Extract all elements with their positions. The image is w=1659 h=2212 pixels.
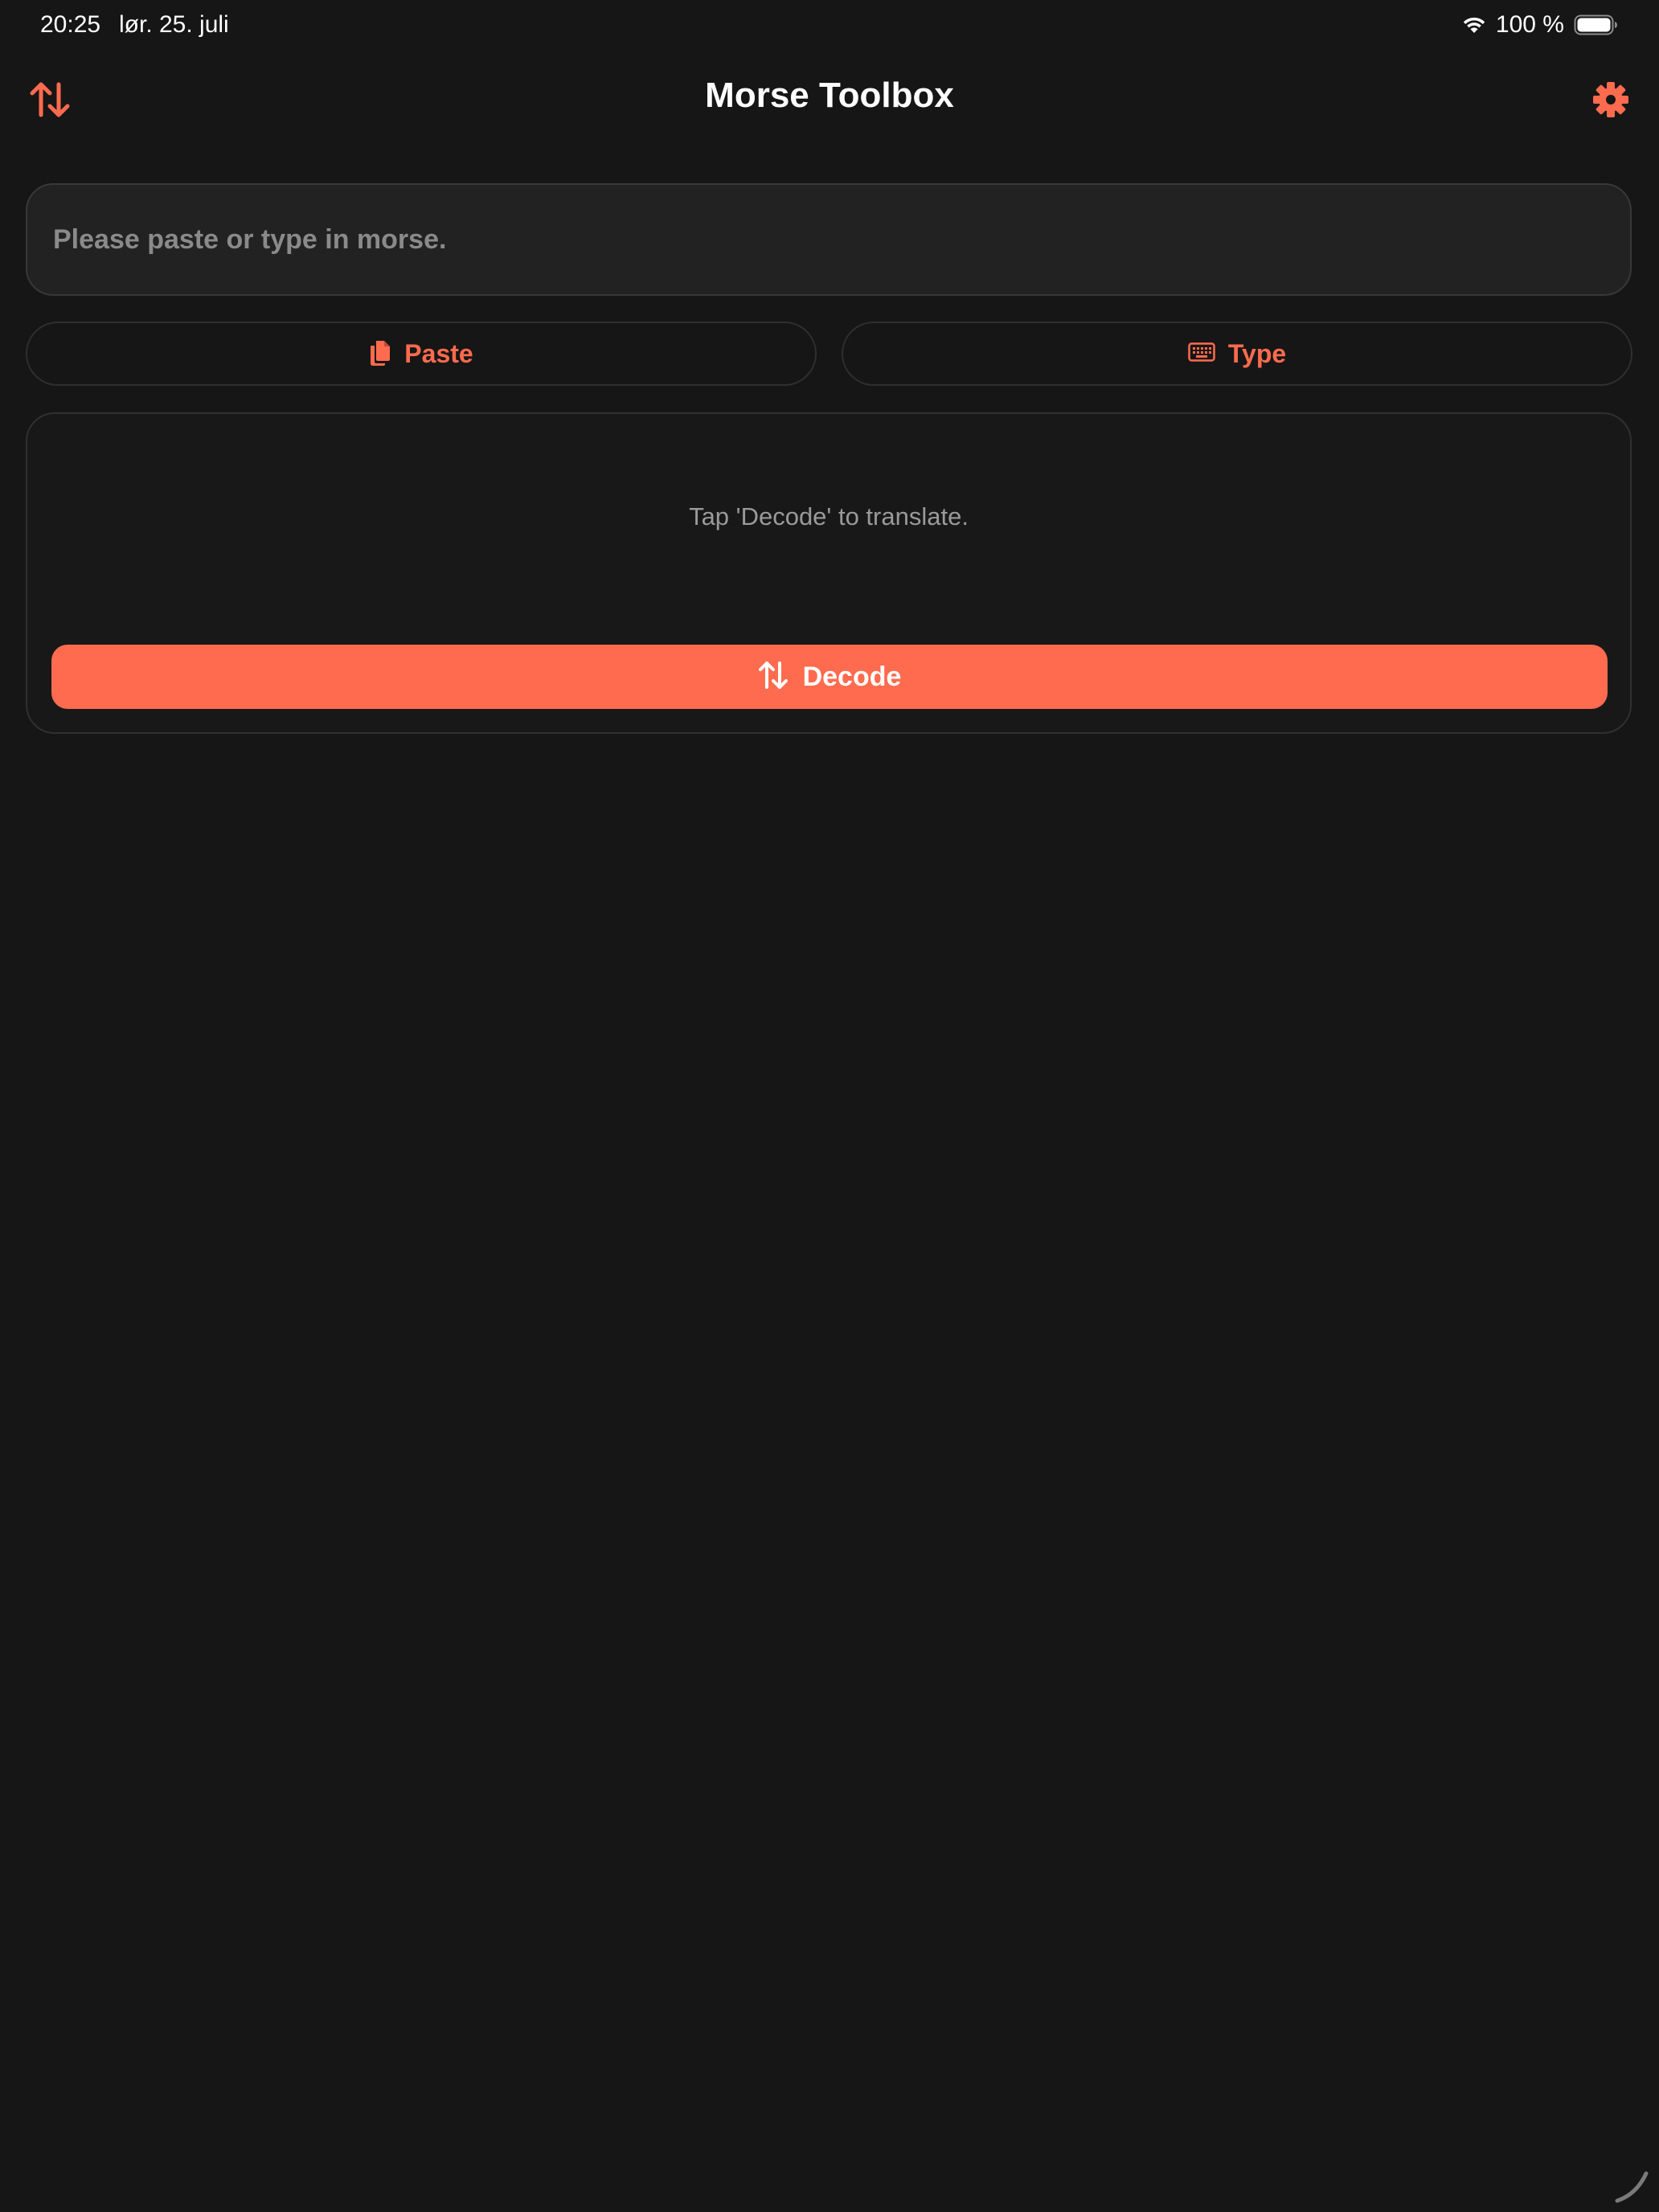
corner-indicator: [1612, 2165, 1653, 2206]
decode-button-label: Decode: [802, 661, 902, 692]
status-date: lør. 25. juli: [119, 11, 229, 38]
decode-button[interactable]: Decode: [51, 645, 1608, 709]
result-hint: Tap 'Decode' to translate.: [689, 502, 969, 530]
wifi-icon: [1462, 15, 1486, 35]
status-bar: 20:25 lør. 25. juli 100 %: [0, 0, 1659, 51]
swap-arrows-icon: [758, 661, 789, 694]
gear-icon: [1592, 81, 1629, 122]
clipboard-icon: [369, 338, 391, 370]
paste-button-label: Paste: [404, 338, 473, 368]
status-indicators: 100 %: [1462, 11, 1619, 39]
status-time: 20:25: [40, 11, 101, 38]
morse-input-container: [26, 183, 1632, 296]
type-button-label: Type: [1227, 338, 1287, 368]
type-button[interactable]: Type: [842, 322, 1632, 386]
battery-percentage: 100 %: [1495, 11, 1564, 38]
battery-icon: [1574, 14, 1619, 36]
settings-button[interactable]: [1587, 77, 1635, 125]
paste-button[interactable]: Paste: [26, 322, 817, 386]
navigation-bar: Morse Toolbox: [0, 64, 1659, 133]
morse-input[interactable]: [27, 185, 1630, 294]
result-card: Tap 'Decode' to translate. Decode: [26, 412, 1632, 734]
keyboard-icon: [1188, 342, 1215, 366]
page-title: Morse Toolbox: [705, 76, 954, 115]
